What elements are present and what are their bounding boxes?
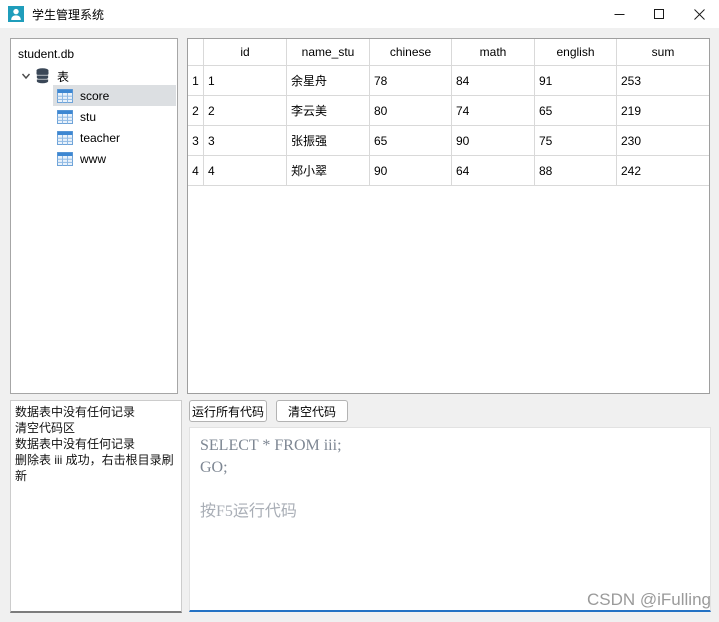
- table-icon: [57, 152, 73, 166]
- row-number[interactable]: 3: [188, 126, 204, 156]
- corner-header: [188, 39, 204, 66]
- table-cell[interactable]: 李云美: [287, 96, 370, 126]
- table-cell[interactable]: 219: [617, 96, 709, 126]
- run-all-code-button[interactable]: 运行所有代码: [189, 400, 267, 422]
- minimize-icon: [614, 9, 625, 20]
- table-cell[interactable]: 253: [617, 66, 709, 96]
- row-number[interactable]: 2: [188, 96, 204, 126]
- log-line: 数据表中没有任何记录: [15, 436, 177, 452]
- column-header-chinese[interactable]: chinese: [370, 39, 452, 66]
- title-bar: 学生管理系统: [0, 0, 719, 28]
- table-cell[interactable]: 242: [617, 156, 709, 186]
- tree-item-www[interactable]: www: [53, 148, 176, 169]
- editor-hint: 按F5运行代码: [200, 501, 700, 523]
- table-cell[interactable]: 65: [370, 126, 452, 156]
- chevron-down-icon: [21, 71, 31, 81]
- tree-item-label: score: [80, 89, 109, 103]
- app-icon: [8, 6, 24, 22]
- table-cell[interactable]: 90: [370, 156, 452, 186]
- app-window: 学生管理系统 student.db: [0, 0, 719, 622]
- window-title: 学生管理系统: [32, 6, 104, 23]
- log-line: 删除表 iii 成功，右击根目录刷新: [15, 452, 177, 484]
- table-cell[interactable]: 郑小翠: [287, 156, 370, 186]
- column-header-sum[interactable]: sum: [617, 39, 709, 66]
- table-cell[interactable]: 1: [204, 66, 287, 96]
- log-line: 清空代码区: [15, 420, 177, 436]
- table-icon: [57, 110, 73, 124]
- maximize-button[interactable]: [639, 0, 679, 28]
- tree-item-label: teacher: [80, 131, 120, 145]
- watermark: CSDN @iFulling: [587, 590, 711, 610]
- table-cell[interactable]: 张振强: [287, 126, 370, 156]
- table-cell[interactable]: 64: [452, 156, 535, 186]
- log-output[interactable]: 数据表中没有任何记录 清空代码区 数据表中没有任何记录 删除表 iii 成功，右…: [10, 400, 182, 613]
- tree-item-stu[interactable]: stu: [53, 106, 176, 127]
- table-icon: [57, 89, 73, 103]
- clear-code-button[interactable]: 清空代码: [276, 400, 348, 422]
- table-cell[interactable]: 230: [617, 126, 709, 156]
- table-cell[interactable]: 65: [535, 96, 617, 126]
- column-header-id[interactable]: id: [204, 39, 287, 66]
- tree-node-tables[interactable]: 表: [15, 66, 69, 86]
- table-cell[interactable]: 80: [370, 96, 452, 126]
- table-cell[interactable]: 余星舟: [287, 66, 370, 96]
- column-header-name-stu[interactable]: name_stu: [287, 39, 370, 66]
- close-icon: [694, 9, 705, 20]
- table-cell[interactable]: 90: [452, 126, 535, 156]
- column-header-english[interactable]: english: [535, 39, 617, 66]
- code-line: GO;: [200, 457, 700, 479]
- table-cell[interactable]: 91: [535, 66, 617, 96]
- table-cell[interactable]: 3: [204, 126, 287, 156]
- table-row: 2 2 李云美 80 74 65 219: [188, 96, 709, 126]
- table-row: 3 3 张振强 65 90 75 230: [188, 126, 709, 156]
- row-number[interactable]: 1: [188, 66, 204, 96]
- table-icon: [57, 131, 73, 145]
- table-header-row: id name_stu chinese math english sum: [188, 39, 709, 66]
- code-line-blank: [200, 479, 700, 501]
- table-cell[interactable]: 75: [535, 126, 617, 156]
- table-cell[interactable]: 78: [370, 66, 452, 96]
- table-cell[interactable]: 4: [204, 156, 287, 186]
- tree-node-label: 表: [57, 68, 69, 85]
- table-cell[interactable]: 88: [535, 156, 617, 186]
- tree-item-label: www: [80, 152, 106, 166]
- tree-item-teacher[interactable]: teacher: [53, 127, 176, 148]
- tree-item-label: stu: [80, 110, 96, 124]
- row-number[interactable]: 4: [188, 156, 204, 186]
- tree-item-score[interactable]: score: [53, 85, 176, 106]
- sql-code-editor[interactable]: SELECT * FROM iii; GO; 按F5运行代码: [189, 427, 711, 612]
- database-tree-panel: student.db 表 score: [10, 38, 178, 394]
- table-cell[interactable]: 84: [452, 66, 535, 96]
- table-cell[interactable]: 2: [204, 96, 287, 126]
- close-button[interactable]: [679, 0, 719, 28]
- table-row: 4 4 郑小翠 90 64 88 242: [188, 156, 709, 186]
- table-cell[interactable]: 74: [452, 96, 535, 126]
- tree-root-database[interactable]: student.db: [18, 46, 74, 63]
- database-icon: [35, 68, 50, 84]
- code-line: SELECT * FROM iii;: [200, 435, 700, 457]
- maximize-icon: [654, 9, 664, 19]
- minimize-button[interactable]: [599, 0, 639, 28]
- table-row: 1 1 余星舟 78 84 91 253: [188, 66, 709, 96]
- results-table: id name_stu chinese math english sum 1 1…: [187, 38, 710, 394]
- log-line: 数据表中没有任何记录: [15, 404, 177, 420]
- column-header-math[interactable]: math: [452, 39, 535, 66]
- window-controls: [599, 0, 719, 28]
